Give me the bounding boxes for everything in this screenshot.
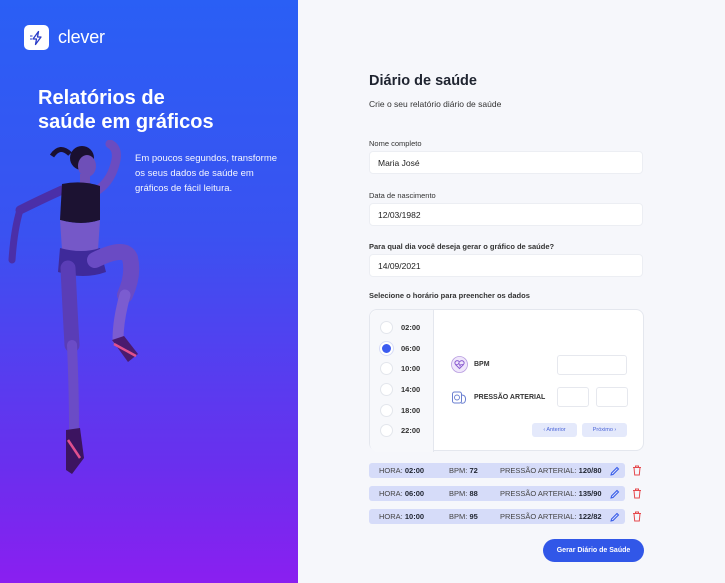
- time-label: 22:00: [401, 426, 421, 435]
- pressure-systolic-input[interactable]: [557, 387, 589, 407]
- time-label: 02:00: [401, 323, 421, 332]
- hora-label: HORA:: [379, 512, 403, 521]
- lightning-bolt-icon: [24, 25, 49, 50]
- hero-title: Relatórios de saúde em gráficos: [38, 86, 278, 134]
- bpm-value: 95: [469, 512, 478, 521]
- time-instruction: Selecione o horário para preencher os da…: [369, 291, 530, 300]
- hora-label: HORA:: [379, 489, 403, 498]
- time-option-0600[interactable]: 06:00: [380, 342, 420, 355]
- radio-button[interactable]: [380, 404, 393, 417]
- edit-icon[interactable]: [610, 512, 620, 522]
- hero-title-line-2: saúde em gráficos: [38, 111, 214, 133]
- birth-date-label: Data de nascimento: [369, 191, 436, 200]
- record-row: HORA: 02:00 BPM: 72 PRESSÃO ARTERIAL: 12…: [369, 463, 625, 478]
- bpm-input[interactable]: [557, 355, 627, 375]
- pressure-label: PRESSÃO ARTERIAL: [474, 394, 546, 401]
- time-label: 14:00: [401, 385, 421, 394]
- generate-report-button[interactable]: Gerar Diário de Saúde: [543, 539, 644, 562]
- bpm-label: BPM:: [449, 512, 468, 521]
- next-button[interactable]: Próximo ›: [582, 423, 627, 437]
- time-option-2200[interactable]: 22:00: [380, 424, 420, 437]
- birth-date-field[interactable]: 12/03/1982: [369, 203, 643, 226]
- time-metrics-panel: 02:00 06:00 10:00 14:00 18:00 22:00 BPM …: [369, 309, 644, 452]
- page-title: Diário de saúde: [369, 73, 477, 89]
- brand-logo[interactable]: clever: [24, 25, 105, 50]
- athlete-illustration: [8, 140, 140, 474]
- report-date-label: Para qual dia você deseja gerar o gráfic…: [369, 242, 555, 251]
- radio-button[interactable]: [380, 383, 393, 396]
- pa-label: PRESSÃO ARTERIAL:: [500, 466, 577, 475]
- blood-pressure-icon: [452, 391, 467, 404]
- radio-button-selected[interactable]: [380, 342, 393, 355]
- pressure-metric: PRESSÃO ARTERIAL: [451, 389, 545, 406]
- time-label: 06:00: [401, 344, 421, 353]
- bpm-metric: BPM: [451, 356, 490, 373]
- pa-value: 120/80: [578, 466, 602, 475]
- record-row: HORA: 06:00 BPM: 88 PRESSÃO ARTERIAL: 13…: [369, 486, 625, 501]
- edit-icon[interactable]: [610, 466, 620, 476]
- time-label: 18:00: [401, 406, 421, 415]
- hora-value: 06:00: [404, 489, 425, 498]
- time-option-0200[interactable]: 02:00: [380, 321, 420, 334]
- radio-button[interactable]: [380, 321, 393, 334]
- time-label: 10:00: [401, 364, 421, 373]
- bpm-label: BPM: [474, 361, 490, 368]
- time-options: 02:00 06:00 10:00 14:00 18:00 22:00: [370, 310, 434, 452]
- heart-pulse-icon: [451, 356, 468, 373]
- brand-name: clever: [58, 27, 105, 47]
- record-row: HORA: 10:00 BPM: 95 PRESSÃO ARTERIAL: 12…: [369, 509, 625, 524]
- name-label: Nome completo: [369, 139, 422, 148]
- hora-value: 02:00: [404, 466, 425, 475]
- form-panel: Diário de saúde Crie o seu relatório diá…: [298, 0, 725, 583]
- page-subtitle: Crie o seu relatório diário de saúde: [369, 99, 502, 109]
- hero-panel: clever Relatórios de saúde em gráficos E…: [0, 0, 298, 583]
- name-field[interactable]: Maria José: [369, 151, 643, 174]
- hero-title-line-1: Relatórios de: [38, 87, 165, 109]
- pa-value: 122/82: [578, 512, 602, 521]
- hora-label: HORA:: [379, 466, 403, 475]
- delete-icon[interactable]: [632, 511, 642, 522]
- hora-value: 10:00: [404, 512, 425, 521]
- report-date-field[interactable]: 14/09/2021: [369, 254, 643, 277]
- bpm-value: 72: [469, 466, 478, 475]
- edit-icon[interactable]: [610, 489, 620, 499]
- time-option-1400[interactable]: 14:00: [380, 383, 420, 396]
- pa-value: 135/90: [578, 489, 602, 498]
- previous-button[interactable]: ‹ Anterior: [532, 423, 577, 437]
- time-option-1800[interactable]: 18:00: [380, 404, 420, 417]
- bpm-value: 88: [469, 489, 478, 498]
- delete-icon[interactable]: [632, 488, 642, 499]
- radio-button[interactable]: [380, 424, 393, 437]
- time-option-1000[interactable]: 10:00: [380, 362, 420, 375]
- bpm-label: BPM:: [449, 489, 468, 498]
- radio-button[interactable]: [380, 362, 393, 375]
- delete-icon[interactable]: [632, 465, 642, 476]
- pa-label: PRESSÃO ARTERIAL:: [500, 512, 577, 521]
- pa-label: PRESSÃO ARTERIAL:: [500, 489, 577, 498]
- pressure-diastolic-input[interactable]: [596, 387, 628, 407]
- bpm-label: BPM:: [449, 466, 468, 475]
